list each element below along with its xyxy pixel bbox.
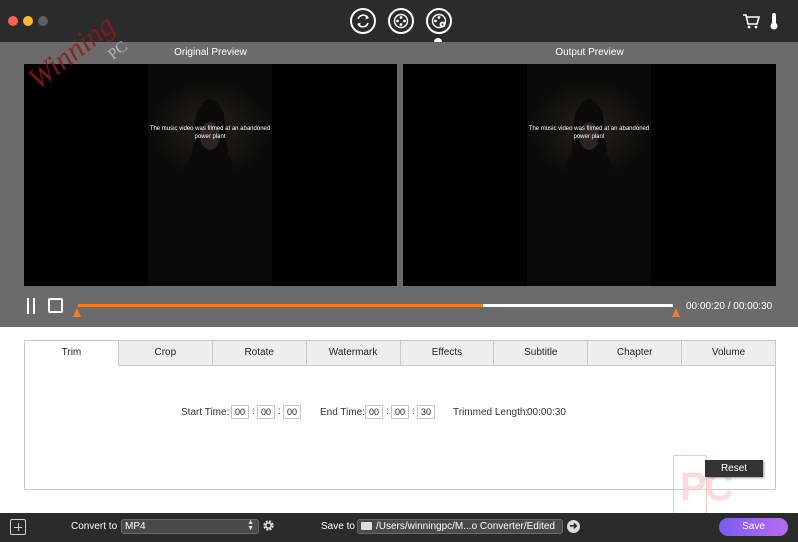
hooded-figure-image	[178, 99, 242, 286]
add-file-button[interactable]	[10, 519, 26, 535]
folder-icon	[361, 522, 372, 530]
output-path-field[interactable]: /Users/winningpc/M...o Converter/Edited	[357, 519, 563, 534]
time-separator: :	[412, 406, 415, 417]
film-reel-settings-icon	[431, 13, 447, 29]
end-minute-input[interactable]: 00	[391, 405, 409, 419]
pause-button[interactable]	[24, 298, 38, 314]
hooded-figure-image	[557, 99, 621, 286]
end-time-label: End Time:	[320, 407, 366, 418]
video-caption: The music video was filmed at an abandon…	[149, 126, 271, 140]
edit-tabs: Trim Crop Rotate Watermark Effects Subti…	[25, 341, 775, 366]
time-display: 00:00:20 / 00:00:30	[686, 301, 773, 312]
original-video-preview: The music video was filmed at an abandon…	[24, 64, 397, 286]
video-frame: The music video was filmed at an abandon…	[527, 64, 651, 286]
format-value: MP4	[125, 521, 146, 532]
tab-rotate[interactable]: Rotate	[211, 341, 306, 366]
convert-to-label: Convert to	[71, 521, 118, 532]
end-hour-input[interactable]: 00	[365, 405, 383, 419]
video-caption: The music video was filmed at an abandon…	[528, 126, 650, 140]
tab-watermark[interactable]: Watermark	[305, 341, 400, 366]
trim-start-handle[interactable]	[73, 308, 81, 317]
zoom-window-button[interactable]	[38, 16, 48, 26]
cart-icon[interactable]	[742, 13, 760, 29]
output-preview-label: Output Preview	[555, 47, 624, 58]
start-time-label: Start Time:	[181, 407, 230, 418]
start-minute-input[interactable]: 00	[257, 405, 275, 419]
gear-icon[interactable]	[262, 519, 275, 532]
film-reel-icon	[393, 13, 409, 29]
tab-subtitle[interactable]: Subtitle	[493, 341, 588, 366]
convert-mode-button[interactable]	[350, 8, 376, 34]
tab-effects[interactable]: Effects	[399, 341, 494, 366]
timeline-progress	[78, 304, 483, 307]
reset-button[interactable]: Reset	[705, 460, 763, 477]
save-to-label: Save to	[321, 521, 355, 532]
end-second-input[interactable]: 30	[417, 405, 435, 419]
output-video-preview: The music video was filmed at an abandon…	[403, 64, 776, 286]
tab-volume[interactable]: Volume	[681, 341, 775, 366]
toolbox-mode-button[interactable]	[426, 8, 452, 34]
stop-button[interactable]	[48, 298, 63, 313]
start-hour-input[interactable]: 00	[231, 405, 249, 419]
time-separator: :	[252, 406, 255, 417]
time-separator: :	[278, 406, 281, 417]
close-window-button[interactable]	[8, 16, 18, 26]
tab-chapter[interactable]: Chapter	[587, 341, 682, 366]
minimize-window-button[interactable]	[23, 16, 33, 26]
tab-crop[interactable]: Crop	[117, 341, 212, 366]
edit-mode-button[interactable]	[388, 8, 414, 34]
timeline-track[interactable]	[78, 304, 673, 307]
trim-end-handle[interactable]	[672, 308, 680, 317]
start-second-input[interactable]: 00	[283, 405, 301, 419]
thermometer-icon[interactable]	[768, 12, 780, 30]
video-frame: The music video was filmed at an abandon…	[148, 64, 272, 286]
trimmed-length-value: 00:00:30	[527, 407, 566, 418]
tab-trim[interactable]: Trim	[25, 341, 118, 366]
convert-icon	[357, 14, 369, 28]
open-folder-arrow-icon[interactable]: ➜	[567, 520, 580, 533]
time-separator: :	[386, 406, 389, 417]
trimmed-length-label: Trimmed Length:	[453, 407, 529, 418]
format-select[interactable]: MP4 ▲ ▼	[121, 519, 259, 534]
chevron-updown-icon: ▲ ▼	[247, 519, 254, 532]
save-button[interactable]: Save	[719, 518, 788, 536]
